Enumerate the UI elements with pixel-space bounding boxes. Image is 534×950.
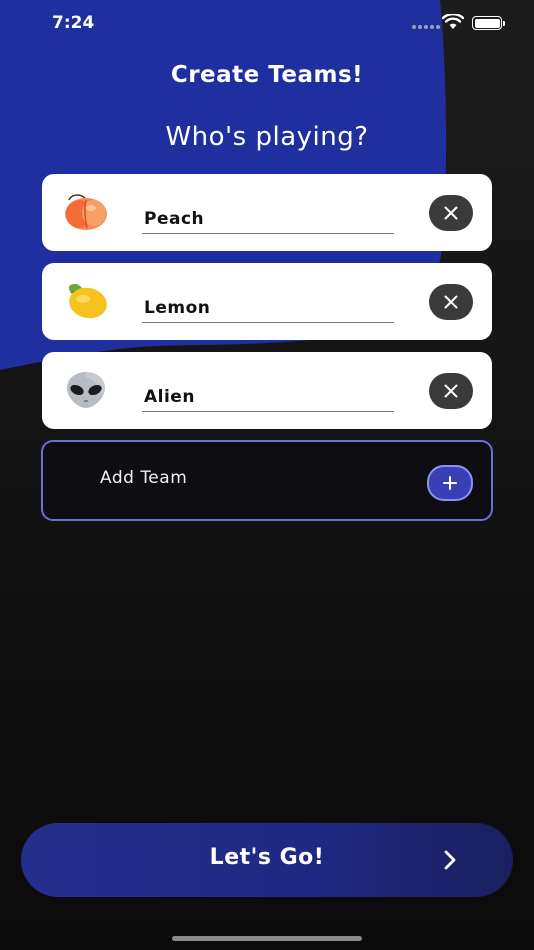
add-team-button[interactable] xyxy=(427,465,473,501)
close-icon xyxy=(444,206,458,220)
alien-icon xyxy=(67,372,105,408)
status-time: 7:24 xyxy=(52,13,95,33)
lets-go-button[interactable]: Let's Go! xyxy=(21,823,513,897)
close-icon xyxy=(444,384,458,398)
lemon-icon xyxy=(68,284,107,319)
team-name-input[interactable] xyxy=(142,382,394,412)
signal-icon xyxy=(412,25,440,29)
remove-team-button[interactable] xyxy=(429,284,473,320)
wifi-icon xyxy=(442,14,464,29)
status-bar: 7:24 xyxy=(0,0,534,48)
add-team-label: Add Team xyxy=(100,468,188,488)
remove-team-button[interactable] xyxy=(429,195,473,231)
add-team-row[interactable]: Add Team xyxy=(41,440,493,521)
plus-icon xyxy=(443,476,457,490)
battery-icon xyxy=(472,16,505,30)
peach-icon xyxy=(65,194,107,230)
team-card xyxy=(42,352,492,429)
team-name-input[interactable] xyxy=(142,204,394,234)
home-indicator xyxy=(172,936,362,941)
subtitle: Who's playing? xyxy=(165,122,369,152)
lets-go-label: Let's Go! xyxy=(209,845,325,870)
team-name-input[interactable] xyxy=(142,293,394,323)
team-card xyxy=(42,263,492,340)
team-list xyxy=(42,174,492,441)
team-card xyxy=(42,174,492,251)
page-title: Create Teams! xyxy=(170,62,364,88)
chevron-right-icon xyxy=(444,850,456,870)
close-icon xyxy=(444,295,458,309)
remove-team-button[interactable] xyxy=(429,373,473,409)
